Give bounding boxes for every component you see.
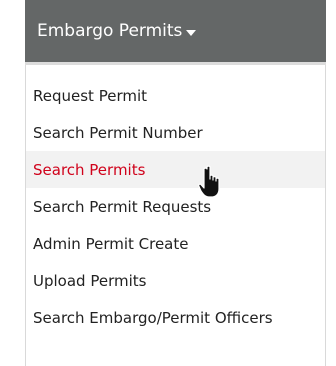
caret-down-icon (186, 30, 197, 36)
menu-item-admin-permit-create[interactable]: Admin Permit Create (26, 225, 325, 262)
menu-item-label: Search Permit Requests (33, 197, 212, 216)
menu-item-search-permit-requests[interactable]: Search Permit Requests (26, 188, 325, 225)
menu-item-label: Admin Permit Create (33, 234, 189, 253)
dropdown-menu-list: Request Permit Search Permit Number Sear… (26, 65, 325, 336)
menu-item-request-permit[interactable]: Request Permit (26, 77, 325, 114)
menu-title: Embargo Permits (37, 21, 183, 41)
menu-item-search-permit-number[interactable]: Search Permit Number (26, 114, 325, 151)
menu-item-label: Upload Permits (33, 271, 147, 290)
embargo-permits-menu-toggle[interactable]: Embargo Permits (25, 0, 326, 65)
menu-item-label: Search Permits (33, 160, 146, 179)
menu-item-search-permits[interactable]: Search Permits (26, 151, 325, 188)
embargo-permits-dropdown: Request Permit Search Permit Number Sear… (25, 65, 326, 366)
menu-item-upload-permits[interactable]: Upload Permits (26, 262, 325, 299)
menu-item-label: Search Permit Number (33, 123, 203, 142)
menu-item-label: Search Embargo/Permit Officers (33, 308, 273, 327)
hand-pointer-icon (198, 165, 220, 198)
menu-item-search-embargo-permit-officers[interactable]: Search Embargo/Permit Officers (26, 299, 325, 336)
menu-item-label: Request Permit (33, 86, 148, 105)
